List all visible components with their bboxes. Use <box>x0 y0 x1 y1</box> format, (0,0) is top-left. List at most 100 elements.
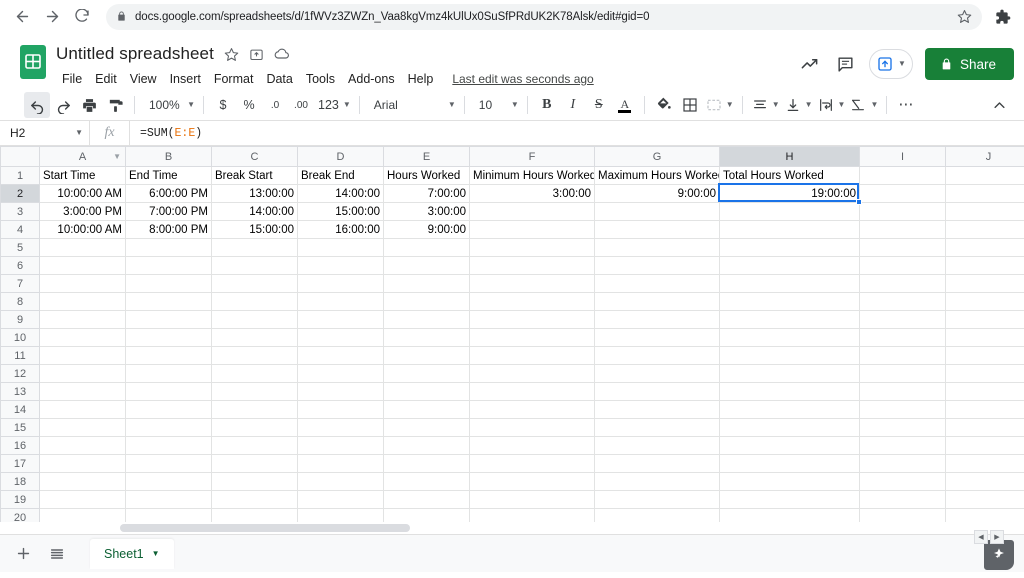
redo-button[interactable] <box>50 92 76 118</box>
row-header-12[interactable]: 12 <box>1 365 40 383</box>
chevron-down-icon[interactable]: ▼ <box>75 129 83 137</box>
cell-J4[interactable] <box>946 221 1024 239</box>
cell-G12[interactable] <box>595 365 720 383</box>
cell-E7[interactable] <box>384 275 470 293</box>
cell-E12[interactable] <box>384 365 470 383</box>
bold-button[interactable]: B <box>534 92 560 118</box>
scroll-right-arrow[interactable]: ▶ <box>990 530 1004 544</box>
cell-I16[interactable] <box>860 437 946 455</box>
cell-E16[interactable] <box>384 437 470 455</box>
cell-A19[interactable] <box>40 491 126 509</box>
cell-I17[interactable] <box>860 455 946 473</box>
cell-C5[interactable] <box>212 239 298 257</box>
cell-D2[interactable]: 14:00:00 <box>298 185 384 203</box>
row-header-7[interactable]: 7 <box>1 275 40 293</box>
text-wrap-button[interactable]: ▼ <box>815 93 848 117</box>
cell-D8[interactable] <box>298 293 384 311</box>
cell-H13[interactable] <box>720 383 860 401</box>
menu-item-format[interactable]: Format <box>208 70 260 88</box>
zoom-selector[interactable]: 100% ▼ <box>141 93 197 117</box>
row-header-11[interactable]: 11 <box>1 347 40 365</box>
cell-I8[interactable] <box>860 293 946 311</box>
cell-F2[interactable]: 3:00:00 <box>470 185 595 203</box>
cell-J14[interactable] <box>946 401 1024 419</box>
cell-G2[interactable]: 9:00:00 <box>595 185 720 203</box>
cell-F11[interactable] <box>470 347 595 365</box>
cell-C2[interactable]: 13:00:00 <box>212 185 298 203</box>
cell-J9[interactable] <box>946 311 1024 329</box>
cell-D19[interactable] <box>298 491 384 509</box>
cloud-saved-icon[interactable] <box>274 46 290 62</box>
cell-E3[interactable]: 3:00:00 <box>384 203 470 221</box>
column-header-a[interactable]: A▼ <box>40 147 126 167</box>
cell-E4[interactable]: 9:00:00 <box>384 221 470 239</box>
row-header-14[interactable]: 14 <box>1 401 40 419</box>
cell-C17[interactable] <box>212 455 298 473</box>
cell-I7[interactable] <box>860 275 946 293</box>
cell-A12[interactable] <box>40 365 126 383</box>
column-header-b[interactable]: B <box>126 147 212 167</box>
select-all-corner[interactable] <box>1 147 40 167</box>
cell-E10[interactable] <box>384 329 470 347</box>
cell-A7[interactable] <box>40 275 126 293</box>
row-header-8[interactable]: 8 <box>1 293 40 311</box>
cell-I5[interactable] <box>860 239 946 257</box>
cell-H10[interactable] <box>720 329 860 347</box>
cell-I13[interactable] <box>860 383 946 401</box>
cell-B16[interactable] <box>126 437 212 455</box>
cell-D15[interactable] <box>298 419 384 437</box>
address-bar[interactable]: docs.google.com/spreadsheets/d/1fWVz3ZWZ… <box>106 4 982 30</box>
cell-C16[interactable] <box>212 437 298 455</box>
cell-J2[interactable] <box>946 185 1024 203</box>
cell-E5[interactable] <box>384 239 470 257</box>
borders-button[interactable] <box>677 92 703 118</box>
add-sheet-button[interactable] <box>8 539 38 569</box>
cell-A1[interactable]: Start Time <box>40 167 126 185</box>
more-formats-button[interactable]: 123 ▼ <box>314 93 353 117</box>
cell-D13[interactable] <box>298 383 384 401</box>
increase-decimal-button[interactable]: .00 <box>288 92 314 118</box>
row-header-18[interactable]: 18 <box>1 473 40 491</box>
cell-D6[interactable] <box>298 257 384 275</box>
cell-G15[interactable] <box>595 419 720 437</box>
cell-G18[interactable] <box>595 473 720 491</box>
cell-B9[interactable] <box>126 311 212 329</box>
name-box[interactable]: H2 ▼ <box>0 121 90 145</box>
cell-B5[interactable] <box>126 239 212 257</box>
sheet-tab-sheet1[interactable]: Sheet1 ▼ <box>90 539 174 569</box>
cell-J17[interactable] <box>946 455 1024 473</box>
cell-J7[interactable] <box>946 275 1024 293</box>
cell-D12[interactable] <box>298 365 384 383</box>
cell-F19[interactable] <box>470 491 595 509</box>
cell-D9[interactable] <box>298 311 384 329</box>
column-header-f[interactable]: F <box>470 147 595 167</box>
cell-E17[interactable] <box>384 455 470 473</box>
cell-D18[interactable] <box>298 473 384 491</box>
cell-C19[interactable] <box>212 491 298 509</box>
cell-G10[interactable] <box>595 329 720 347</box>
cell-J6[interactable] <box>946 257 1024 275</box>
cell-J12[interactable] <box>946 365 1024 383</box>
cell-J19[interactable] <box>946 491 1024 509</box>
currency-format-button[interactable]: $ <box>210 92 236 118</box>
cell-A16[interactable] <box>40 437 126 455</box>
present-dropdown-caret[interactable]: ▼ <box>898 60 906 68</box>
column-header-e[interactable]: E <box>384 147 470 167</box>
cell-C13[interactable] <box>212 383 298 401</box>
cell-G7[interactable] <box>595 275 720 293</box>
row-header-13[interactable]: 13 <box>1 383 40 401</box>
vertical-align-button[interactable]: ▼ <box>782 93 815 117</box>
cell-C10[interactable] <box>212 329 298 347</box>
activity-dashboard-button[interactable] <box>793 48 825 80</box>
cell-B13[interactable] <box>126 383 212 401</box>
back-button[interactable] <box>8 3 36 31</box>
cell-J10[interactable] <box>946 329 1024 347</box>
cell-E19[interactable] <box>384 491 470 509</box>
row-header-19[interactable]: 19 <box>1 491 40 509</box>
menu-item-addons[interactable]: Add-ons <box>342 70 401 88</box>
cell-F1[interactable]: Minimum Hours Worked <box>470 167 595 185</box>
comments-button[interactable] <box>829 48 861 80</box>
horizontal-scrollbar-thumb[interactable] <box>120 524 410 532</box>
cell-D1[interactable]: Break End <box>298 167 384 185</box>
cell-G11[interactable] <box>595 347 720 365</box>
